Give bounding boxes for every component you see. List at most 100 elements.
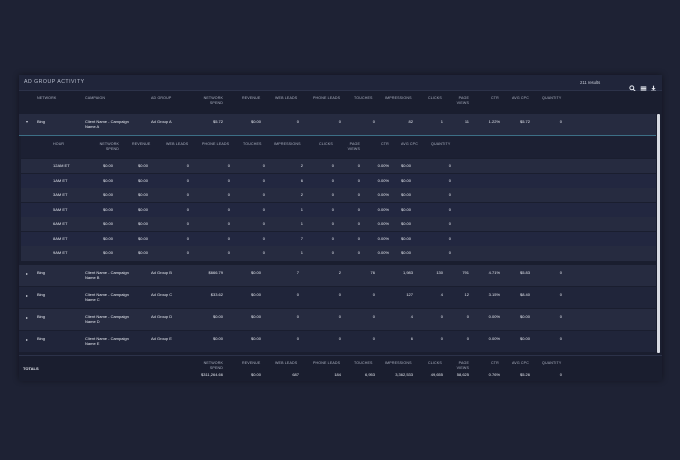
table-row[interactable]: ▸ Bing Client Name - Campaign Name D Ad … [19,309,656,330]
cell-web-leads: 0 [296,292,299,297]
cell-clicks: 0 [440,336,443,341]
sub-cell-web-leads: 0 [186,192,189,197]
totals-revenue: $0.00 [250,372,261,377]
sub-col-clicks[interactable]: CLICKS [319,142,333,147]
cell-touches: 0 [372,119,375,124]
cell-revenue: $0.00 [250,314,261,319]
cell-touches: 76 [370,270,375,275]
sub-cell-avg-cpc: $0.00 [401,192,412,197]
columns-icon[interactable] [640,79,647,91]
sub-cell-avg-cpc: $0.00 [401,163,412,168]
cell-network-spend: $5.72 [212,119,223,124]
cell-web-leads: 7 [296,270,299,275]
col-campaign[interactable]: CAMPAIGN [85,96,105,101]
sub-cell-ctr: 0.00% [377,163,389,168]
cell-phone-leads: 0 [338,314,341,319]
col-impressions[interactable]: IMPRESSIONS [385,96,412,101]
totals-quantity-label: QUANTITY [542,361,562,365]
col-avg-cpc[interactable]: AVG CPC [512,96,529,101]
totals-label: TOTALS [23,366,39,371]
sub-cell-impressions: 6 [300,177,303,183]
col-touches[interactable]: TOUCHES [354,96,373,101]
sub-col-page-views[interactable]: PAGE VIEWS [342,142,360,151]
col-ad-group[interactable]: AD GROUP [151,96,171,101]
sub-cell-revenue: $0.00 [138,163,149,168]
col-network-spend[interactable]: NETWORK SPEND [195,96,223,105]
cell-ctr: 4.71% [488,270,500,275]
sub-cell-impressions: 2 [300,163,303,168]
sub-cell-touches: 0 [262,235,265,241]
table-header: NETWORK CAMPAIGN AD GROUP NETWORK SPEND … [19,91,662,112]
cell-impressions: 82 [408,119,413,124]
sub-cell-touches: 0 [262,192,265,197]
sub-cell-clicks: 0 [331,250,334,255]
sub-col-revenue[interactable]: REVENUE [132,142,150,147]
sub-cell-network-spend: $0.00 [102,250,113,255]
hourly-row: 9AM ET $0.00 $0.00 0 0 0 1 0 0 0.00% $0.… [21,246,656,261]
download-icon[interactable] [650,79,657,92]
scrollbar-thumb[interactable] [657,114,660,353]
sub-col-web-leads[interactable]: WEB LEADS [166,142,188,147]
sub-col-avg-cpc[interactable]: AVG CPC [401,142,418,147]
col-ctr[interactable]: CTR [491,96,499,101]
sub-cell-network-spend: $0.00 [102,235,113,241]
panel-title: AD GROUP ACTIVITY [24,79,85,85]
table-row[interactable]: ▸ Bing Client Name - Campaign Name C Ad … [19,287,656,308]
sub-col-impressions[interactable]: IMPRESSIONS [274,142,301,147]
table-row[interactable]: ▸ Bing Client Name - Campaign Name E Ad … [19,331,656,352]
totals-page-views-label: PAGE VIEWS [456,361,469,370]
collapse-toggle-icon[interactable]: ▾ [26,119,28,124]
sub-col-quantity[interactable]: QUANTITY [431,142,450,147]
sub-cell-ctr: 0.00% [377,177,389,183]
sub-col-phone-leads[interactable]: PHONE LEADS [202,142,229,147]
sub-cell-clicks: 0 [331,192,334,197]
sub-col-hour[interactable]: HOUR [53,142,64,147]
cell-network: Bing [37,292,46,297]
sub-cell-ctr: 0.00% [377,250,389,255]
col-web-leads[interactable]: WEB LEADS [275,96,297,101]
sub-cell-page-views: 0 [357,221,360,226]
col-phone-leads[interactable]: PHONE LEADS [313,96,340,101]
totals-quantity: 0 [559,372,562,377]
totals-web-leads: 687 [292,372,299,377]
col-quantity[interactable]: QUANTITY [542,96,561,101]
sub-cell-phone-leads: 0 [227,235,230,241]
sub-col-network-spend[interactable]: NETWORK SPEND [91,142,119,151]
col-clicks[interactable]: CLICKS [428,96,442,101]
table-row[interactable]: ▾ Bing Client Name - Campaign Name A Ad … [19,114,656,135]
cell-ad-group: Ad Group C [151,292,173,297]
sub-cell-quantity: 0 [448,177,451,183]
sub-cell-web-leads: 0 [186,235,189,241]
cell-avg-cpc: $5.72 [519,119,530,124]
sub-cell-web-leads: 0 [186,163,189,168]
search-icon[interactable] [629,79,636,92]
cell-ad-group: Ad Group E [151,336,172,341]
cell-clicks: 1 [440,119,443,124]
expand-toggle-icon[interactable]: ▸ [26,271,28,276]
sub-cell-ctr: 0.00% [377,206,389,212]
sub-cell-phone-leads: 0 [227,206,230,212]
sub-col-ctr[interactable]: CTR [381,142,389,147]
hourly-row: 3AM ET $0.00 $0.00 0 0 0 2 0 0 0.00% $0.… [21,188,656,202]
totals-page-views: 58,625 [456,372,469,377]
sub-cell-clicks: 0 [331,221,334,226]
col-page-views[interactable]: PAGE VIEWS [451,96,469,105]
cell-page-views: 0 [466,336,469,341]
sub-cell-network-spend: $0.00 [102,206,113,212]
expand-toggle-icon[interactable]: ▸ [26,315,28,320]
totals-ctr-label: CTR [491,361,499,365]
sub-cell-quantity: 0 [448,206,451,212]
col-revenue[interactable]: REVENUE [242,96,260,101]
sub-cell-phone-leads: 0 [227,163,230,168]
totals-impressions-label: IMPRESSIONS [385,361,412,365]
sub-cell-impressions: 2 [300,192,303,197]
table-row[interactable]: ▸ Bing Client Name - Campaign Name B Ad … [19,265,656,286]
sub-col-touches[interactable]: TOUCHES [243,142,262,147]
cell-ad-group: Ad Group D [151,314,173,319]
expand-toggle-icon[interactable]: ▸ [26,293,28,298]
expand-toggle-icon[interactable]: ▸ [26,337,28,342]
col-network[interactable]: NETWORK [37,96,56,101]
totals-ctr: 0.76% [488,372,500,377]
totals-phone-leads: 184 [334,372,341,377]
cell-quantity: 0 [559,119,562,124]
